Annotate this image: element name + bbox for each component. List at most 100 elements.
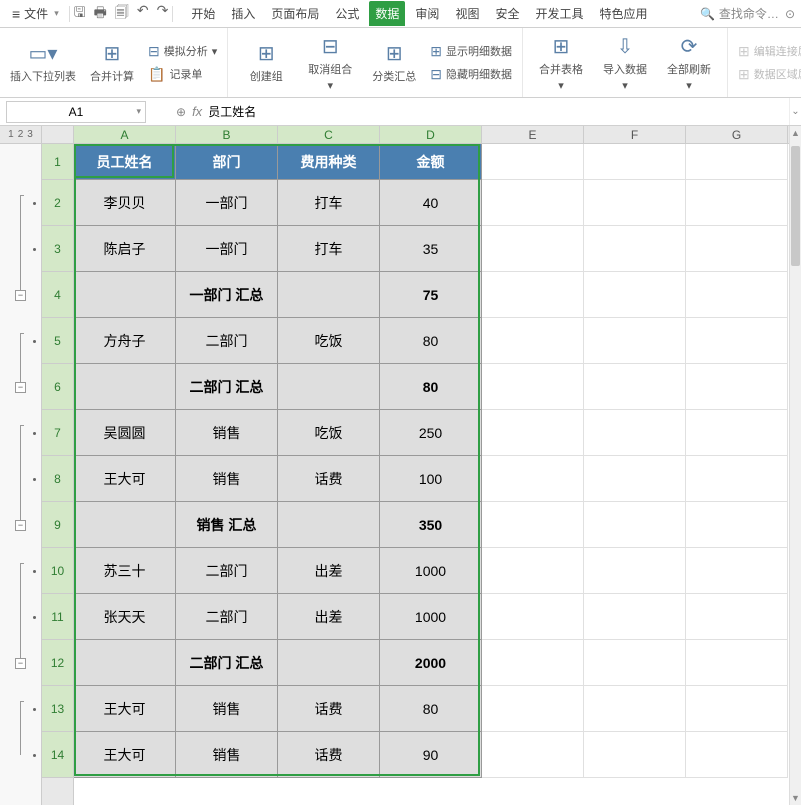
cell-E1[interactable] — [482, 144, 584, 180]
record-form-button[interactable]: 📋记录单 — [148, 66, 217, 83]
cell-E7[interactable] — [482, 410, 584, 456]
cell-B12[interactable]: 二部门 汇总 — [176, 640, 278, 686]
cell-D12[interactable]: 2000 — [380, 640, 482, 686]
cell-C9[interactable] — [278, 502, 380, 548]
cell-F2[interactable] — [584, 180, 686, 226]
tab-页面布局[interactable]: 页面布局 — [265, 1, 325, 26]
cell-C4[interactable] — [278, 272, 380, 318]
row-header-10[interactable]: 10 — [42, 548, 73, 594]
tab-公式[interactable]: 公式 — [329, 1, 365, 26]
cell-C11[interactable]: 出差 — [278, 594, 380, 640]
cell-F14[interactable] — [584, 732, 686, 778]
cell-F5[interactable] — [584, 318, 686, 364]
cell-G13[interactable] — [686, 686, 788, 732]
cell-G3[interactable] — [686, 226, 788, 272]
cell-A7[interactable]: 吴圆圆 — [74, 410, 176, 456]
cell-G11[interactable] — [686, 594, 788, 640]
cell-E10[interactable] — [482, 548, 584, 594]
cell-A6[interactable] — [74, 364, 176, 410]
cell-A1[interactable]: 员工姓名 — [74, 144, 176, 180]
cell-A2[interactable]: 李贝贝 — [74, 180, 176, 226]
cell-F10[interactable] — [584, 548, 686, 594]
cell-F4[interactable] — [584, 272, 686, 318]
column-header-E[interactable]: E — [482, 126, 584, 143]
cell-D6[interactable]: 80 — [380, 364, 482, 410]
cell-E8[interactable] — [482, 456, 584, 502]
cell-A10[interactable]: 苏三十 — [74, 548, 176, 594]
tab-数据[interactable]: 数据 — [369, 1, 405, 26]
row-header-13[interactable]: 13 — [42, 686, 73, 732]
cell-D14[interactable]: 90 — [380, 732, 482, 778]
cell-F1[interactable] — [584, 144, 686, 180]
cell-A14[interactable]: 王大可 — [74, 732, 176, 778]
cell-G9[interactable] — [686, 502, 788, 548]
undo-icon[interactable]: ↶ — [137, 2, 149, 26]
preview-icon[interactable]: 🗐 — [115, 2, 129, 26]
row-header-12[interactable]: 12 — [42, 640, 73, 686]
cell-C12[interactable] — [278, 640, 380, 686]
outline-level-1[interactable]: 1 — [8, 129, 14, 140]
row-header-8[interactable]: 8 — [42, 456, 73, 502]
cell-B10[interactable]: 二部门 — [176, 548, 278, 594]
vertical-scrollbar[interactable]: ▲ ▼ — [789, 126, 801, 805]
cell-E6[interactable] — [482, 364, 584, 410]
search-commands[interactable]: 🔍 查找命令… — [700, 5, 779, 22]
cell-A8[interactable]: 王大可 — [74, 456, 176, 502]
cell-B8[interactable]: 销售 — [176, 456, 278, 502]
tab-插入[interactable]: 插入 — [225, 1, 261, 26]
cell-C6[interactable] — [278, 364, 380, 410]
cell-B2[interactable]: 一部门 — [176, 180, 278, 226]
cell-C8[interactable]: 话费 — [278, 456, 380, 502]
cell-G1[interactable] — [686, 144, 788, 180]
cell-B13[interactable]: 销售 — [176, 686, 278, 732]
row-header-14[interactable]: 14 — [42, 732, 73, 778]
cell-E9[interactable] — [482, 502, 584, 548]
tab-开发工具[interactable]: 开发工具 — [529, 1, 589, 26]
cell-D5[interactable]: 80 — [380, 318, 482, 364]
row-header-1[interactable]: 1 — [42, 144, 73, 180]
cell-B5[interactable]: 二部门 — [176, 318, 278, 364]
cell-A3[interactable]: 陈启子 — [74, 226, 176, 272]
target-icon[interactable]: ⊕ — [176, 105, 186, 119]
row-header-9[interactable]: 9 — [42, 502, 73, 548]
cell-A12[interactable] — [74, 640, 176, 686]
column-header-B[interactable]: B — [176, 126, 278, 143]
cell-C10[interactable]: 出差 — [278, 548, 380, 594]
cell-B14[interactable]: 销售 — [176, 732, 278, 778]
cell-G6[interactable] — [686, 364, 788, 410]
insert-dropdown-button[interactable]: ▭▾ 插入下拉列表 — [10, 41, 76, 84]
tab-特色应用[interactable]: 特色应用 — [593, 1, 653, 26]
cell-E12[interactable] — [482, 640, 584, 686]
outline-level-2[interactable]: 2 — [18, 129, 24, 140]
group-button[interactable]: ⊞创建组 — [238, 41, 294, 84]
show-detail-button[interactable]: ⊞显示明细数据 — [430, 43, 512, 60]
column-header-A[interactable]: A — [74, 126, 176, 143]
outline-collapse-button[interactable]: − — [15, 382, 26, 393]
cell-C2[interactable]: 打车 — [278, 180, 380, 226]
cell-D13[interactable]: 80 — [380, 686, 482, 732]
row-header-3[interactable]: 3 — [42, 226, 73, 272]
help-icon[interactable]: ⊙ — [785, 7, 795, 21]
scroll-down-icon[interactable]: ▼ — [790, 791, 801, 805]
cell-D4[interactable]: 75 — [380, 272, 482, 318]
cell-E5[interactable] — [482, 318, 584, 364]
cell-G5[interactable] — [686, 318, 788, 364]
fx-icon[interactable]: fx — [192, 104, 202, 119]
cell-G8[interactable] — [686, 456, 788, 502]
cell-F12[interactable] — [584, 640, 686, 686]
cell-D8[interactable]: 100 — [380, 456, 482, 502]
print-icon[interactable]: 🖶 — [94, 2, 107, 26]
row-header-11[interactable]: 11 — [42, 594, 73, 640]
column-header-F[interactable]: F — [584, 126, 686, 143]
cell-F7[interactable] — [584, 410, 686, 456]
cell-E11[interactable] — [482, 594, 584, 640]
cell-E2[interactable] — [482, 180, 584, 226]
row-header-2[interactable]: 2 — [42, 180, 73, 226]
tab-审阅[interactable]: 审阅 — [409, 1, 445, 26]
redo-icon[interactable]: ↷ — [157, 2, 169, 26]
cell-B11[interactable]: 二部门 — [176, 594, 278, 640]
cell-B7[interactable]: 销售 — [176, 410, 278, 456]
cell-E4[interactable] — [482, 272, 584, 318]
outline-collapse-button[interactable]: − — [15, 658, 26, 669]
cell-G4[interactable] — [686, 272, 788, 318]
